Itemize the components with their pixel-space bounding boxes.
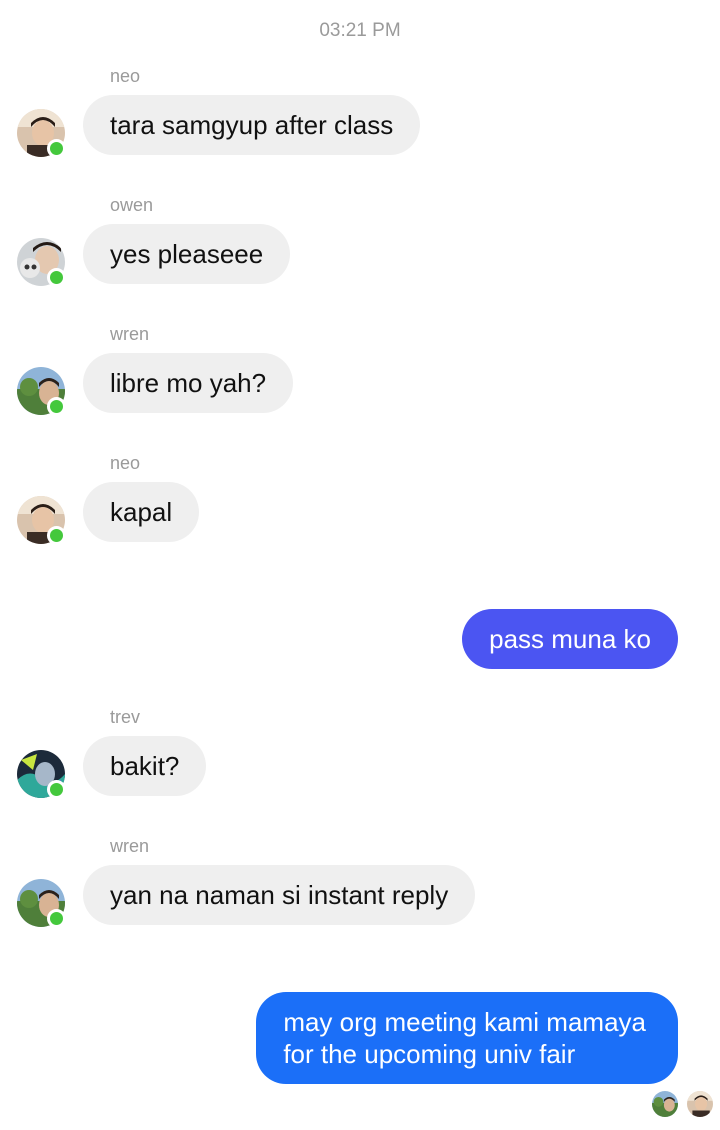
incoming-message-bubble[interactable]: yan na naman si instant reply xyxy=(83,865,476,925)
seen-by-avatar xyxy=(687,1091,713,1117)
neo-avatar-icon xyxy=(687,1091,713,1117)
sender-name: owen xyxy=(110,195,154,215)
outgoing-message-bubble[interactable]: may org meeting kami mamaya for the upco… xyxy=(256,992,678,1084)
seen-by-avatar xyxy=(652,1091,678,1117)
sender-name: trev xyxy=(110,707,141,727)
online-status-dot xyxy=(47,526,66,545)
avatar[interactable] xyxy=(17,750,66,799)
incoming-message-bubble[interactable]: yes pleaseee xyxy=(83,224,291,284)
sender-name: neo xyxy=(110,453,141,473)
message-line: may org meeting kami mamaya xyxy=(283,1007,646,1037)
online-status-dot xyxy=(47,139,66,158)
message-timestamp: 03:21 PM xyxy=(319,20,401,41)
online-status-dot xyxy=(47,397,66,416)
online-status-dot xyxy=(47,780,66,799)
outgoing-message-bubble[interactable]: pass muna ko xyxy=(462,609,678,669)
online-status-dot xyxy=(47,909,66,928)
avatar[interactable] xyxy=(17,238,66,287)
sender-name: wren xyxy=(110,324,150,344)
avatar[interactable] xyxy=(17,496,66,545)
incoming-message-bubble[interactable]: kapal xyxy=(83,482,200,542)
avatar[interactable] xyxy=(17,367,66,416)
sender-name: wren xyxy=(110,836,150,856)
incoming-message-bubble[interactable]: libre mo yah? xyxy=(83,353,294,413)
avatar[interactable] xyxy=(17,879,66,928)
wren-avatar-icon xyxy=(652,1091,678,1117)
incoming-message-bubble[interactable]: bakit? xyxy=(83,736,207,796)
online-status-dot xyxy=(47,268,66,287)
sender-name: neo xyxy=(110,66,141,86)
incoming-message-bubble[interactable]: tara samgyup after class xyxy=(83,95,421,155)
message-line: for the upcoming univ fair xyxy=(283,1039,576,1069)
avatar[interactable] xyxy=(17,109,66,158)
